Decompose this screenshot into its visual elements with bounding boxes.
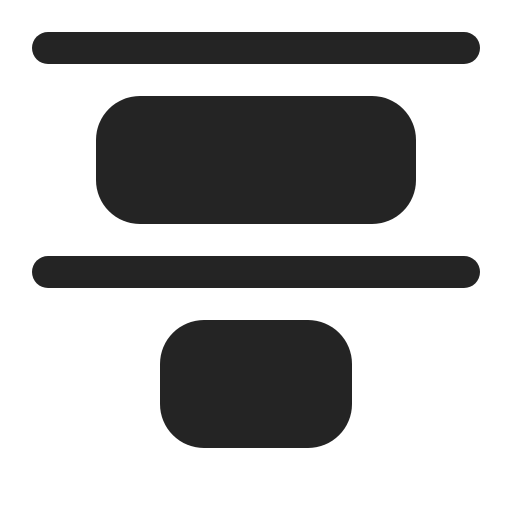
align-vertical-distribute-center-icon <box>32 32 480 448</box>
lower-block <box>160 320 352 448</box>
top-divider-line <box>32 32 480 64</box>
upper-block <box>96 96 416 224</box>
middle-divider-line <box>32 256 480 288</box>
icon-canvas <box>0 0 512 512</box>
